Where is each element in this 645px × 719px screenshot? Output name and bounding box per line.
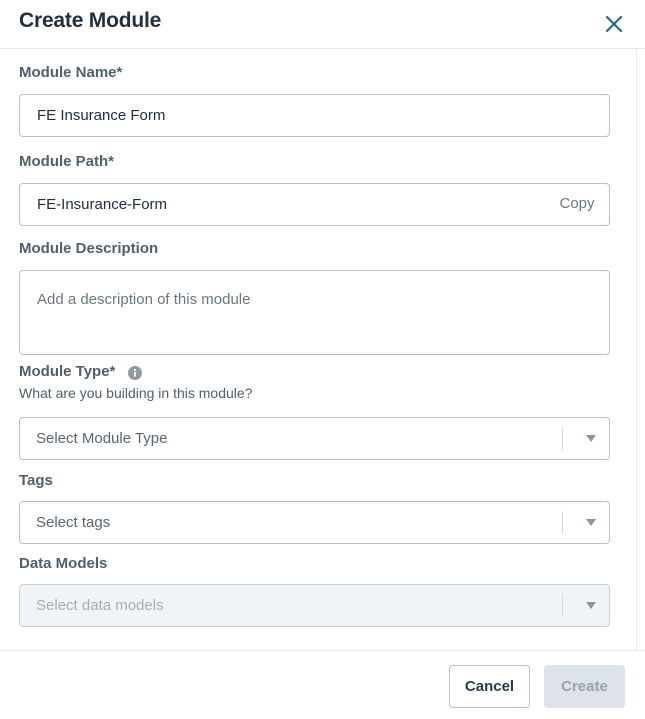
cancel-button[interactable]: Cancel — [449, 665, 530, 708]
module-type-label: Module Type* — [19, 363, 116, 380]
dialog-title: Create Module — [19, 9, 162, 32]
module-type-select[interactable]: Select Module Type — [19, 417, 610, 460]
close-icon — [605, 15, 623, 33]
caret-down-icon — [586, 602, 596, 609]
copy-path-button[interactable]: Copy — [548, 185, 606, 223]
create-button[interactable]: Create — [544, 665, 625, 708]
module-name-input[interactable] — [19, 94, 610, 137]
tags-select[interactable]: Select tags — [19, 501, 610, 544]
module-description-textarea[interactable] — [19, 270, 610, 355]
module-description-label: Module Description — [19, 240, 159, 257]
tags-placeholder: Select tags — [36, 514, 111, 531]
info-icon[interactable] — [128, 366, 142, 380]
module-name-label: Module Name* — [19, 64, 123, 81]
module-type-placeholder: Select Module Type — [36, 430, 168, 447]
data-models-select: Select data models — [19, 584, 610, 627]
select-divider — [562, 511, 563, 534]
dialog-footer: Cancel Create — [0, 650, 645, 719]
select-divider — [562, 427, 563, 450]
module-path-label: Module Path* — [19, 153, 115, 170]
select-divider — [562, 594, 563, 617]
caret-down-icon — [586, 435, 596, 442]
close-button[interactable] — [603, 13, 625, 35]
data-models-label: Data Models — [19, 555, 108, 572]
module-type-hint: What are you building in this module? — [19, 385, 253, 401]
data-models-placeholder: Select data models — [36, 597, 164, 614]
scrollbar[interactable] — [636, 49, 645, 650]
dialog-header: Create Module — [0, 0, 645, 49]
tags-label: Tags — [19, 472, 53, 489]
caret-down-icon — [586, 519, 596, 526]
module-path-input[interactable] — [19, 183, 610, 226]
